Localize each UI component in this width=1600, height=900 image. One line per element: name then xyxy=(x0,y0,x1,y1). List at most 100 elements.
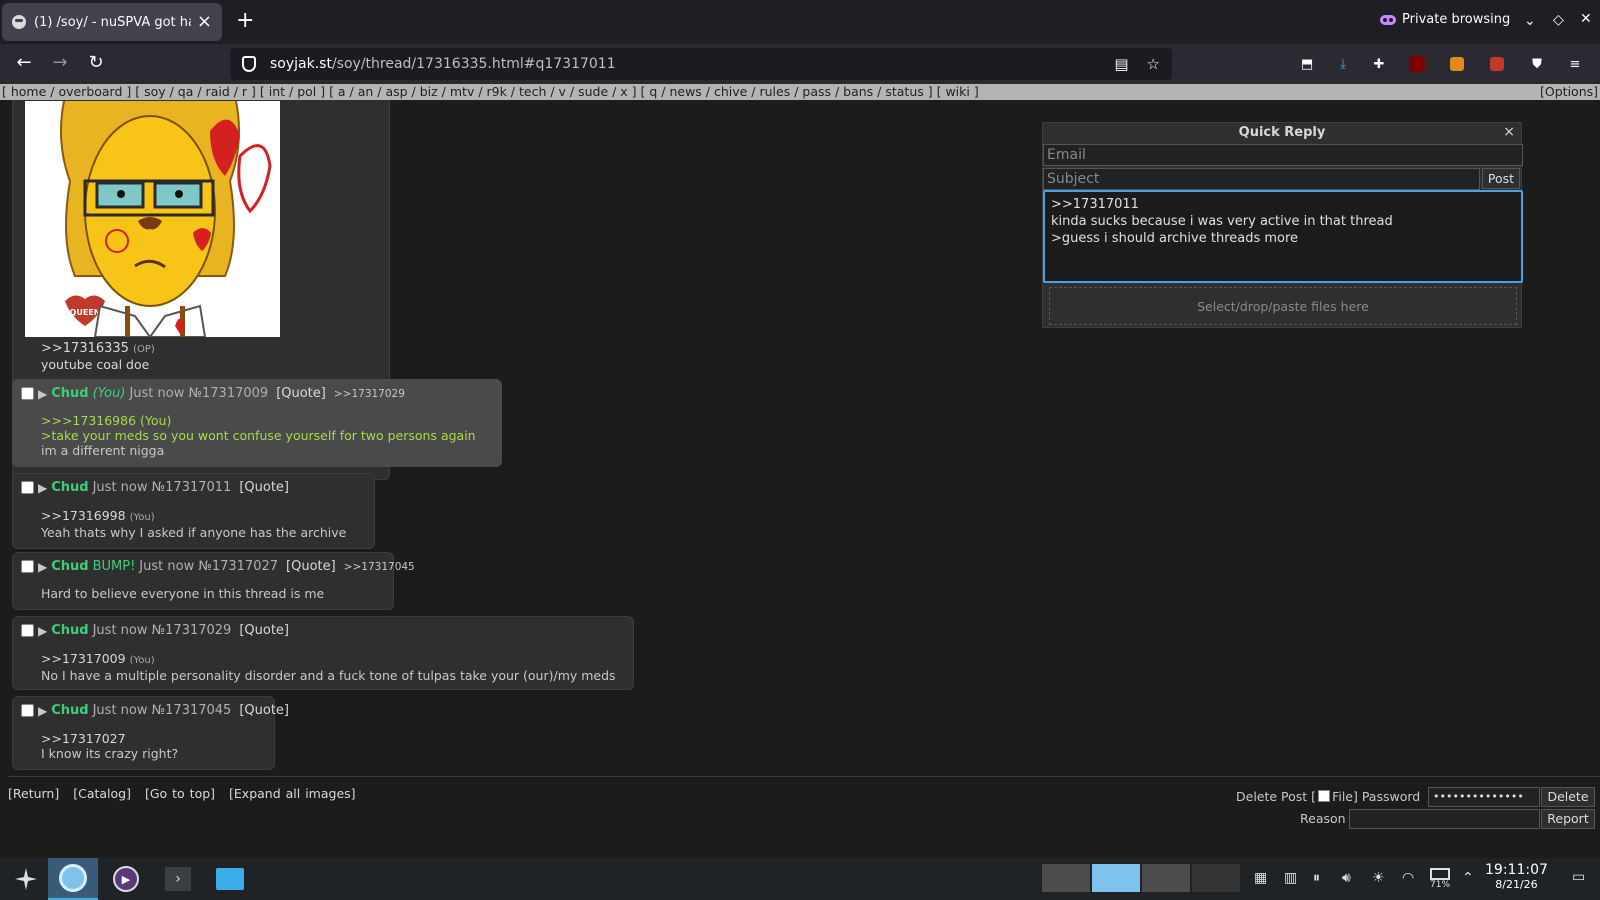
post-meta[interactable]: Just now №17317011 xyxy=(93,480,232,495)
post-menu-arrow-icon[interactable]: ▶ xyxy=(38,481,47,495)
post-meta[interactable]: Just now №17317027 xyxy=(139,559,278,574)
op-image[interactable]: QUEEN xyxy=(25,101,280,337)
post-select-checkbox[interactable] xyxy=(21,624,34,637)
board-list[interactable]: [ home / overboard ] [ soy / qa / raid /… xyxy=(0,84,1600,100)
op-link-text[interactable]: >>17316335 xyxy=(41,341,129,356)
quote-link[interactable]: [Quote] xyxy=(239,623,289,638)
battery-percent: 71% xyxy=(1430,880,1451,890)
tracking-shield-icon[interactable] xyxy=(242,56,256,72)
list-all-tabs-icon[interactable]: ⌄ xyxy=(1524,13,1536,29)
post-line-text: I know its crazy right? xyxy=(41,746,179,761)
reason-label: Reason xyxy=(1300,811,1346,826)
brightness-icon[interactable]: ☀ xyxy=(1372,870,1385,886)
post-menu-arrow-icon[interactable]: ▶ xyxy=(38,560,47,574)
backlink[interactable]: >>17317029 xyxy=(334,388,405,400)
post-line-greentext: >take your meds so you wont confuse your… xyxy=(41,428,476,443)
post-meta[interactable]: Just now №17317029 xyxy=(93,623,232,638)
wifi-icon[interactable]: ◠ xyxy=(1402,870,1414,886)
delete-button[interactable]: Delete xyxy=(1541,787,1595,807)
go-to-top-link[interactable]: [Go to top] xyxy=(145,786,215,801)
quote-link[interactable]: [Quote] xyxy=(286,559,336,574)
post-header: ▶ Chud Just now №17317045 [Quote] xyxy=(21,703,297,718)
ublock-origin-icon[interactable] xyxy=(1408,55,1426,73)
email-field[interactable]: Email xyxy=(1043,144,1523,166)
delete-file-checkbox[interactable] xyxy=(1318,790,1331,802)
desktop-pager-2[interactable] xyxy=(1092,864,1140,892)
reply-ref-link[interactable]: >>17317027 xyxy=(41,731,178,746)
bookmark-star-icon[interactable]: ☆ xyxy=(1147,55,1160,73)
url-bar[interactable]: soyjak.st/soy/thread/17316335.html#q1731… xyxy=(230,48,1172,80)
volume-icon[interactable]: 🔊︎ xyxy=(1342,870,1351,886)
post-meta[interactable]: Just now №17317009 xyxy=(129,386,268,401)
post-select-checkbox[interactable] xyxy=(21,387,34,400)
post-menu-arrow-icon[interactable]: ▶ xyxy=(38,387,47,401)
backlink[interactable]: >>17317045 xyxy=(344,561,415,573)
post-select-checkbox[interactable] xyxy=(21,560,34,573)
catalog-link[interactable]: [Catalog] xyxy=(73,786,131,801)
show-desktop-icon[interactable]: ▭ xyxy=(1572,869,1585,885)
activity-grid-icon[interactable]: ▦ xyxy=(1254,870,1267,886)
file-drop-zone[interactable]: Select/drop/paste files here xyxy=(1049,287,1517,325)
menu-hamburger-icon[interactable]: ≡ xyxy=(1566,55,1584,73)
quick-reply-title[interactable]: Quick Reply xyxy=(1043,125,1521,140)
application-launcher-icon[interactable] xyxy=(10,858,42,900)
desktop-pager-4[interactable] xyxy=(1192,864,1240,892)
quick-reply-close-icon[interactable]: × xyxy=(1503,124,1515,140)
file-manager-task-icon[interactable] xyxy=(208,858,252,900)
media-pause-icon[interactable]: ⏸ xyxy=(1313,870,1320,886)
return-link[interactable]: [Return] xyxy=(8,786,59,801)
reply-ref-you: (You) xyxy=(129,655,155,666)
reload-icon[interactable]: ↻ xyxy=(84,52,108,74)
post-line-quote[interactable]: >>>17316986 (You) xyxy=(41,413,476,428)
tab-active[interactable]: (1) /soy/ - nuSPVA got hack × xyxy=(2,3,222,41)
post-button[interactable]: Post xyxy=(1482,168,1520,189)
battery-icon[interactable]: 71% xyxy=(1430,868,1450,890)
quote-link[interactable]: [Quote] xyxy=(239,703,289,718)
post-menu-arrow-icon[interactable]: ▶ xyxy=(38,704,47,718)
reply-ref-link[interactable]: >>17317009 xyxy=(41,651,126,666)
post-select-checkbox[interactable] xyxy=(21,704,34,717)
back-icon[interactable]: ← xyxy=(12,52,36,74)
firefox-private-task-icon[interactable] xyxy=(48,858,98,900)
options-link[interactable]: [Options] xyxy=(1540,84,1598,100)
extensions-icon[interactable]: ✚ xyxy=(1370,55,1388,73)
forward-icon[interactable]: → xyxy=(48,52,72,74)
extension-shield-icon[interactable]: ⛊ xyxy=(1528,55,1546,73)
op-number-link[interactable]: >>17316335 (OP) xyxy=(41,341,155,356)
tab-close-icon[interactable]: × xyxy=(197,13,212,31)
reply-post-17317009: ▶ Chud (You) Just now №17317009 [Quote] … xyxy=(12,379,502,467)
board-list-links[interactable]: [ home / overboard ] [ soy / qa / raid /… xyxy=(2,84,979,99)
post-menu-arrow-icon[interactable]: ▶ xyxy=(38,624,47,638)
reason-input[interactable] xyxy=(1349,809,1540,829)
reply-ref-link[interactable]: >>17316998 xyxy=(41,508,126,523)
window-close-icon[interactable]: ✕ xyxy=(1580,11,1592,27)
delete-post-form: Delete Post [File] Password xyxy=(1236,789,1420,804)
soyjak-queen-image: QUEEN xyxy=(25,101,280,337)
new-tab-icon[interactable]: + xyxy=(236,10,254,32)
desktop-pager-1[interactable] xyxy=(1042,864,1090,892)
quote-link[interactable]: [Quote] xyxy=(276,386,326,401)
expand-all-images-link[interactable]: [Expand all images] xyxy=(229,786,356,801)
media-player-task-icon[interactable]: ▶ xyxy=(104,858,148,900)
desktop-pager-3[interactable] xyxy=(1142,864,1190,892)
tray-expand-icon[interactable]: ⌃ xyxy=(1462,870,1474,886)
quote-link[interactable]: [Quote] xyxy=(239,480,289,495)
clipboard-icon[interactable]: ▥ xyxy=(1284,870,1297,886)
reader-view-icon[interactable]: ▤ xyxy=(1114,55,1128,73)
bump-marker: BUMP! xyxy=(92,559,136,574)
clock[interactable]: 19:11:07 8/21/26 xyxy=(1485,862,1548,891)
downloads-icon[interactable]: ⤓ xyxy=(1334,55,1352,73)
extension-red-icon[interactable] xyxy=(1488,55,1506,73)
subject-field[interactable]: Subject xyxy=(1043,168,1480,190)
window-restore-icon[interactable]: ◇ xyxy=(1553,12,1564,28)
delete-password-input[interactable]: •••••••••••••• xyxy=(1428,787,1540,807)
post-select-checkbox[interactable] xyxy=(21,481,34,494)
extension-orange-icon[interactable] xyxy=(1448,55,1466,73)
pocket-icon[interactable]: ⬒ xyxy=(1298,55,1316,73)
post-meta[interactable]: Just now №17317045 xyxy=(93,703,232,718)
report-button[interactable]: Report xyxy=(1541,809,1595,829)
terminal-task-icon[interactable]: › xyxy=(156,858,200,900)
post-body: >>17316998 (You) Yeah thats why I asked … xyxy=(41,508,346,540)
comment-textarea[interactable]: >>17317011 kinda sucks because i was ver… xyxy=(1043,190,1523,283)
clock-time: 19:11:07 xyxy=(1485,862,1548,878)
